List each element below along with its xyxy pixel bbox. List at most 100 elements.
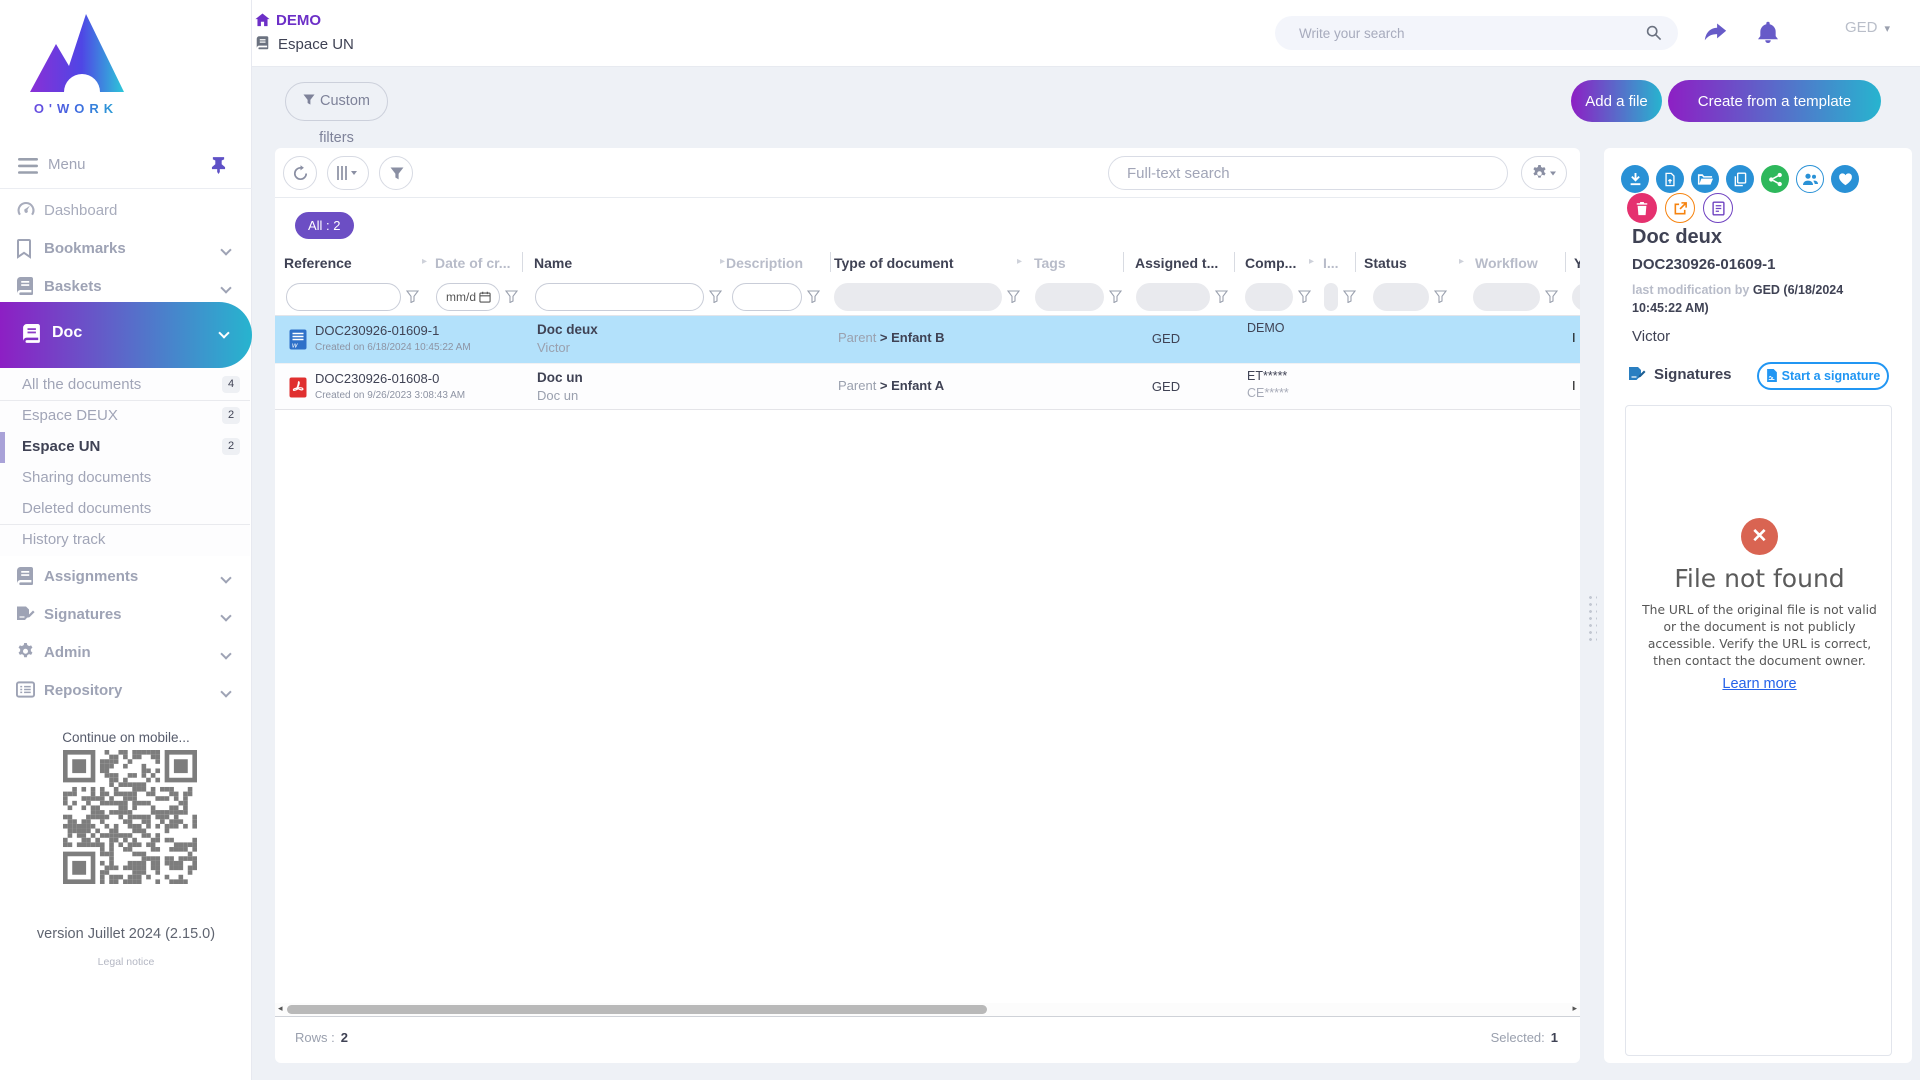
sidebar-subitem-all-the-documents[interactable]: All the documents4: [0, 370, 250, 401]
filter-funnel-icon[interactable]: [1434, 290, 1447, 308]
sort-arrow-icon[interactable]: ▸: [720, 256, 725, 267]
filter-funnel-icon[interactable]: [807, 290, 820, 308]
column-header-assigned-t[interactable]: Assigned t...: [1135, 255, 1218, 271]
breadcrumb-space[interactable]: Espace UN: [256, 36, 354, 55]
refresh-button[interactable]: [283, 156, 317, 190]
panel-resize-handle[interactable]: [1587, 594, 1597, 642]
column-header-i[interactable]: I...: [1323, 255, 1339, 271]
users-icon[interactable]: [1796, 165, 1824, 193]
scroll-left-icon[interactable]: ◂: [278, 1003, 283, 1014]
legal-notice-link[interactable]: Legal notice: [0, 956, 252, 968]
qr-code: [63, 750, 197, 889]
column-header-status[interactable]: Status: [1364, 255, 1407, 271]
menu-row[interactable]: Menu: [0, 150, 252, 184]
sidebar-item-dashboard[interactable]: Dashboard: [0, 196, 252, 228]
filter-input-reference[interactable]: [286, 283, 401, 311]
fulltext-search-input[interactable]: [1127, 157, 1487, 189]
search-icon[interactable]: [1646, 25, 1662, 46]
column-header-date-of-cr[interactable]: Date of cr...: [435, 255, 510, 271]
upload-file-icon[interactable]: [1656, 165, 1684, 193]
filter-input-workflow: [1473, 283, 1540, 311]
share-forward-icon[interactable]: [1702, 20, 1729, 49]
sort-arrow-icon[interactable]: ▸: [422, 256, 427, 267]
breadcrumb-home[interactable]: DEMO: [255, 12, 321, 31]
filter-funnel-icon[interactable]: [1215, 290, 1228, 308]
column-header-reference[interactable]: Reference: [284, 255, 352, 271]
horizontal-scrollbar[interactable]: ◂ ▸: [275, 1003, 1580, 1017]
sidebar-item-baskets[interactable]: Baskets: [0, 272, 252, 304]
filter-funnel-icon[interactable]: [1545, 290, 1558, 308]
filter-funnel-icon[interactable]: [1007, 290, 1020, 308]
scrollbar-thumb[interactable]: [287, 1005, 987, 1014]
app-logo[interactable]: O'WORK: [18, 10, 134, 116]
sidebar-item-doc[interactable]: Doc: [0, 302, 252, 368]
sidebar-item-repository[interactable]: Repository: [0, 676, 252, 708]
filter-input-date-of-cr[interactable]: mm/d: [436, 283, 500, 311]
sidebar-item-label: Dashboard: [44, 202, 117, 219]
sidebar-subitem-deleted-documents[interactable]: Deleted documents: [0, 494, 250, 525]
hamburger-icon[interactable]: [18, 158, 38, 179]
pin-icon[interactable]: [211, 157, 226, 179]
filter-funnel-icon[interactable]: [1343, 290, 1356, 308]
sort-arrow-icon[interactable]: ▸: [1459, 256, 1464, 267]
column-header-name[interactable]: Name: [534, 255, 572, 271]
sidebar-subitem-espace-deux[interactable]: Espace DEUX2: [0, 401, 250, 432]
filter-funnel-icon[interactable]: [406, 290, 419, 308]
column-header-comp[interactable]: Comp...: [1245, 255, 1296, 271]
sidebar-item-signatures[interactable]: Signatures: [0, 600, 252, 632]
custom-filters-button[interactable]: Custom filters: [285, 82, 388, 121]
column-divider: [1234, 252, 1235, 272]
column-header-workflow[interactable]: Workflow: [1475, 255, 1538, 271]
learn-more-link[interactable]: Learn more: [1626, 676, 1893, 692]
document-icon[interactable]: [1703, 193, 1733, 223]
sort-arrow-icon[interactable]: ▸: [1017, 256, 1022, 267]
filter-button[interactable]: [379, 156, 413, 190]
column-header-type-of-document[interactable]: Type of document: [834, 255, 954, 271]
document-title: Doc deux: [1632, 226, 1722, 249]
sidebar-subitem-sharing-documents[interactable]: Sharing documents: [0, 463, 250, 494]
sidebar-item-admin[interactable]: Admin: [0, 638, 252, 670]
filter-input-description[interactable]: [732, 283, 802, 311]
all-count-badge[interactable]: All : 2: [295, 212, 354, 239]
open-folder-icon[interactable]: [1691, 165, 1719, 193]
sidebar-subitem-history-track[interactable]: History track: [0, 525, 250, 556]
global-search-input[interactable]: [1299, 16, 1629, 50]
calendar-icon[interactable]: [479, 290, 491, 304]
sidebar-item-label: Baskets: [44, 278, 102, 295]
chevron-down-icon: [218, 327, 229, 338]
download-icon[interactable]: [1621, 165, 1649, 193]
sidebar-subitem-espace-un[interactable]: Espace UN2: [0, 432, 250, 463]
add-file-button[interactable]: Add a file: [1571, 80, 1662, 122]
column-header-description[interactable]: Description: [726, 255, 803, 271]
heart-icon[interactable]: [1831, 165, 1859, 193]
columns-button[interactable]: [327, 156, 369, 190]
external-link-icon[interactable]: [1665, 193, 1695, 223]
filter-funnel-icon[interactable]: [505, 290, 518, 308]
start-signature-button[interactable]: Start a signature: [1757, 362, 1889, 390]
table-settings-button[interactable]: [1521, 156, 1567, 190]
menu-label: Menu: [48, 156, 86, 173]
home-icon: [255, 13, 270, 27]
sidebar-item-assignments[interactable]: Assignments: [0, 562, 252, 594]
bell-icon[interactable]: [1755, 20, 1781, 50]
user-menu[interactable]: GED▾: [1845, 19, 1890, 36]
sort-arrow-icon[interactable]: ▸: [1309, 256, 1314, 267]
sidebar-divider: [0, 188, 252, 189]
trash-icon[interactable]: [1627, 193, 1657, 223]
sidebar-item-bookmarks[interactable]: Bookmarks: [0, 234, 252, 266]
column-header-tags[interactable]: Tags: [1034, 255, 1066, 271]
filter-input-name[interactable]: [535, 283, 704, 311]
filter-funnel-icon[interactable]: [1109, 290, 1122, 308]
filter-funnel-icon[interactable]: [709, 290, 722, 308]
sidebar-subitem-label: Deleted documents: [22, 500, 151, 517]
selected-indicator: [0, 432, 5, 463]
table-row-doc230926-01609-1[interactable]: wDOC230926-01609-1Created on 6/18/2024 1…: [275, 316, 1580, 363]
filter-input-type-of-document: [834, 283, 1002, 311]
scroll-right-icon[interactable]: ▸: [1572, 1003, 1577, 1014]
filter-funnel-icon[interactable]: [1298, 290, 1311, 308]
create-from-template-button[interactable]: Create from a template: [1668, 80, 1881, 122]
share-icon[interactable]: [1761, 165, 1789, 193]
column-header-y[interactable]: Y...: [1574, 255, 1580, 271]
copy-icon[interactable]: [1726, 165, 1754, 193]
table-row-doc230926-01608-0[interactable]: DOC230926-01608-0Created on 9/26/2023 3:…: [275, 363, 1580, 410]
